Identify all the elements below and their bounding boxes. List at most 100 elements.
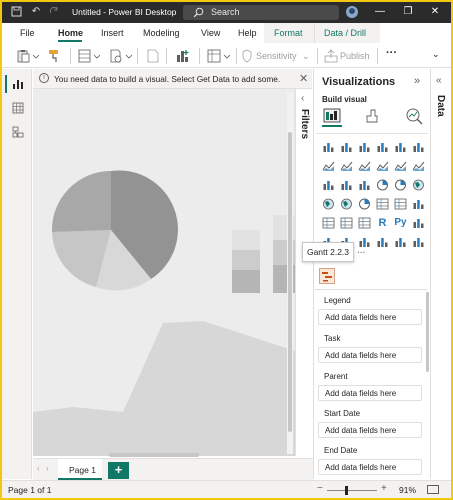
undo-icon[interactable]: ↶ [30,6,42,18]
power-apps-icon[interactable] [412,236,425,248]
close-info-icon[interactable]: ✕ [299,72,308,85]
transform-data-icon[interactable] [207,49,231,63]
line-chart-icon[interactable] [322,160,335,172]
avatar[interactable] [346,6,358,18]
table-icon[interactable] [340,217,353,229]
more-options-icon[interactable]: ··· [386,47,397,59]
donut-chart-icon[interactable] [394,179,407,191]
data-expand-icon[interactable]: « [436,75,442,86]
r-visual-icon[interactable]: R [376,217,389,229]
python-visual-icon[interactable]: Py [394,217,407,229]
add-page-button[interactable]: + [108,462,129,479]
close-icon[interactable]: ✕ [428,6,442,18]
well-start-date[interactable]: Add data fields here [318,422,422,438]
menu-modeling[interactable]: Modeling [143,28,180,38]
viz-pane-scrollbar[interactable] [426,292,429,372]
data-source-icon[interactable] [109,49,133,63]
pie-chart-icon[interactable] [376,179,389,191]
zoom-out-button[interactable]: − [317,483,323,494]
100-bar-icon[interactable] [394,141,407,153]
area-chart-icon[interactable] [340,160,353,172]
key-influencers-icon[interactable] [412,217,425,229]
menu-file[interactable]: File [20,28,35,38]
page-indicator: Page 1 of 1 [8,485,52,495]
menu-insert[interactable]: Insert [101,28,124,38]
treemap-icon[interactable] [412,179,425,191]
collapse-pane-icon[interactable]: » [414,75,420,87]
filled-map-icon[interactable] [340,198,353,210]
canvas-vertical-scrollbar[interactable] [287,92,293,454]
scatter-icon[interactable] [358,179,371,191]
gantt-visual-icon[interactable] [319,268,335,284]
paste-icon[interactable] [17,49,39,63]
new-visual-icon[interactable] [175,49,191,63]
100-column-icon[interactable] [412,141,425,153]
new-page-icon[interactable] [147,49,159,63]
waterfall-icon[interactable] [322,179,335,191]
gauge-icon[interactable] [358,198,371,210]
publish-icon[interactable] [324,49,338,63]
well-end-date[interactable]: Add data fields here [318,459,422,475]
line-clustered-icon[interactable] [394,160,407,172]
save-icon[interactable] [10,6,22,18]
vscroll-thumb[interactable] [288,132,292,432]
line-column-icon[interactable] [376,160,389,172]
menu-view[interactable]: View [201,28,220,38]
kpi-icon[interactable] [412,198,425,210]
stacked-bar-icon[interactable] [322,141,335,153]
paginated-report-icon[interactable] [394,236,407,248]
well-legend[interactable]: Add data fields here [318,309,422,325]
sensitivity-chevron-icon[interactable]: ⌄ [302,51,310,62]
well-task[interactable]: Add data fields here [318,347,422,363]
well-parent[interactable]: Add data fields here [318,385,422,401]
clustered-bar-icon[interactable] [358,141,371,153]
table-view-icon[interactable] [12,102,24,114]
ribbon-collapse-icon[interactable]: ⌄ [432,49,440,60]
stacked-column-icon[interactable] [340,141,353,153]
goals-icon[interactable] [376,236,389,248]
next-page-icon[interactable]: › [46,464,49,473]
redo-icon[interactable] [48,6,60,18]
slicer-icon[interactable] [322,217,335,229]
report-canvas[interactable] [33,89,295,456]
data-pane[interactable]: « Data [430,69,451,479]
restore-icon[interactable]: ❐ [401,6,415,18]
format-visual-tab[interactable] [362,107,382,127]
get-data-icon[interactable] [78,49,100,63]
menu-format[interactable]: Format [264,23,314,43]
clustered-column-icon[interactable] [376,141,389,153]
menu-help[interactable]: Help [238,28,257,38]
page-tab[interactable]: Page 1 [58,459,102,480]
publish-button[interactable]: Publish [340,51,370,61]
menu-data-drill[interactable]: Data / Drill [314,23,380,43]
search-box[interactable]: Search [183,5,339,20]
fit-to-page-icon[interactable] [427,485,439,494]
zoom-slider-thumb[interactable] [345,486,348,495]
zoom-in-button[interactable]: + [381,483,387,494]
well-placeholder: Add data fields here [325,351,397,360]
analytics-tab[interactable] [404,107,424,127]
zoom-slider[interactable] [327,490,377,491]
map-icon[interactable] [322,198,335,210]
stacked-area-icon[interactable] [358,160,371,172]
more-visuals-icon[interactable]: ... [357,245,365,256]
ribbon-separator [377,48,378,64]
sensitivity-button[interactable]: Sensitivity [256,51,297,61]
canvas-horizontal-scrollbar[interactable] [109,453,199,457]
ribbon-chart-icon[interactable] [412,160,425,172]
funnel-icon[interactable] [340,179,353,191]
filters-pane[interactable]: ‹ Filters [295,89,313,456]
report-view-icon[interactable] [12,78,24,90]
model-view-icon[interactable] [12,126,24,138]
matrix-icon[interactable] [358,217,371,229]
filters-expand-icon[interactable]: ‹ [301,93,304,104]
sensitivity-icon[interactable] [242,49,252,63]
menu-home[interactable]: Home [58,28,83,38]
multi-row-card-icon[interactable] [394,198,407,210]
minimize-icon[interactable]: — [373,6,387,18]
view-rail [2,69,32,479]
format-painter-icon[interactable] [48,49,62,63]
card-icon[interactable] [376,198,389,210]
prev-page-icon[interactable]: ‹ [37,464,40,473]
build-visual-tab[interactable] [322,107,342,127]
